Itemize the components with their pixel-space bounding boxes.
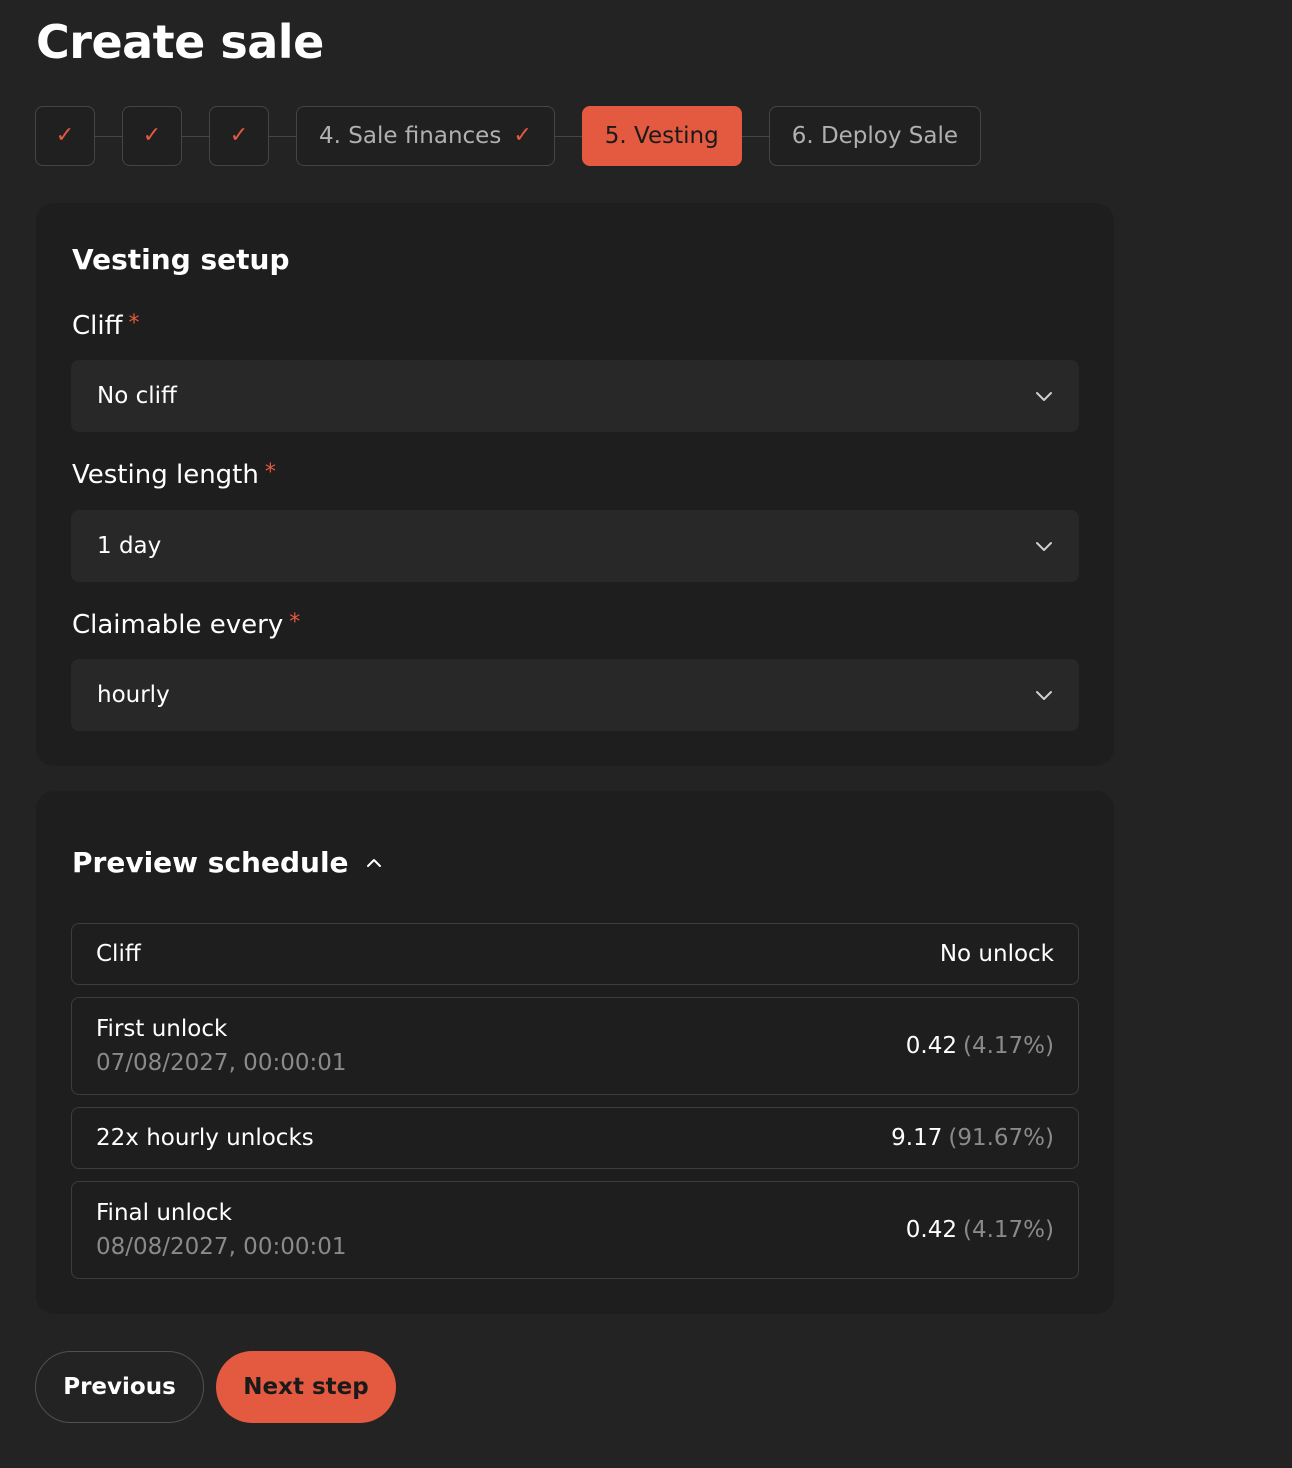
- field-label-text: Claimable every: [72, 610, 284, 640]
- previous-button[interactable]: Previous: [35, 1351, 204, 1423]
- required-mark: *: [264, 460, 276, 485]
- field-label-text: Cliff: [72, 311, 123, 341]
- schedule-percent: (4.17%): [962, 1217, 1054, 1243]
- vesting-length-label: Vesting length *: [72, 460, 276, 490]
- step-2[interactable]: ✓: [122, 106, 182, 166]
- stepper: ✓ ✓ ✓ 4. Sale finances ✓ 5. Vesting 6. D…: [35, 106, 982, 166]
- schedule-row-first-unlock: First unlock 07/08/2027, 00:00:01 0.42 (4…: [71, 997, 1079, 1095]
- step-3[interactable]: ✓: [209, 106, 269, 166]
- step-label: 4. Sale finances: [319, 123, 502, 149]
- step-deploy-sale[interactable]: 6. Deploy Sale: [768, 106, 982, 166]
- chevron-down-icon: [1036, 392, 1052, 401]
- schedule-amount: No unlock: [939, 941, 1054, 967]
- checkmark-icon: ✓: [55, 123, 75, 148]
- schedule-row-final-unlock: Final unlock 08/08/2027, 00:00:01 0.42 (4…: [71, 1181, 1079, 1279]
- schedule-row-cliff: Cliff No unlock: [71, 923, 1079, 985]
- section-title: Vesting setup: [72, 243, 290, 276]
- schedule-amount: 0.42: [905, 1033, 957, 1059]
- schedule-label: First unlock: [96, 1016, 228, 1042]
- vesting-length-select[interactable]: 1 day: [71, 510, 1079, 582]
- chevron-down-icon: [1036, 691, 1052, 700]
- page-title: Create sale: [36, 15, 324, 69]
- step-label: 5. Vesting: [604, 123, 719, 149]
- claimable-every-select[interactable]: hourly: [71, 659, 1079, 731]
- preview-schedule-card: Preview schedule Cliff No unlock First u…: [36, 791, 1114, 1314]
- schedule-date: 07/08/2027, 00:00:01: [96, 1050, 347, 1076]
- vesting-setup-card: Vesting setup Cliff * No cliff Vesting le…: [36, 203, 1114, 766]
- select-value: hourly: [97, 682, 170, 708]
- cliff-select[interactable]: No cliff: [71, 360, 1079, 432]
- required-mark: *: [128, 311, 140, 336]
- claimable-every-label: Claimable every *: [72, 610, 300, 640]
- checkmark-icon: ✓: [142, 123, 162, 148]
- schedule-label: Cliff: [96, 941, 141, 967]
- preview-toggle[interactable]: Preview schedule: [72, 846, 383, 879]
- step-connector: [95, 135, 122, 137]
- step-1[interactable]: ✓: [35, 106, 95, 166]
- schedule-percent: (91.67%): [948, 1125, 1054, 1151]
- chevron-down-icon: [1036, 542, 1052, 551]
- schedule-amount: 0.42: [905, 1217, 957, 1243]
- schedule-label: Final unlock: [96, 1200, 232, 1226]
- step-connector: [554, 135, 582, 137]
- select-value: 1 day: [97, 533, 162, 559]
- cliff-label: Cliff *: [72, 311, 140, 341]
- schedule-row-hourly-unlocks: 22x hourly unlocks 9.17 (91.67%): [71, 1107, 1079, 1169]
- schedule-date: 08/08/2027, 00:00:01: [96, 1234, 347, 1260]
- required-mark: *: [289, 610, 301, 635]
- select-value: No cliff: [97, 383, 177, 409]
- next-step-button[interactable]: Next step: [216, 1351, 396, 1423]
- schedule-label: 22x hourly unlocks: [96, 1125, 314, 1151]
- checkmark-icon: ✓: [513, 123, 532, 148]
- schedule-percent: (4.17%): [962, 1033, 1054, 1059]
- step-connector: [269, 135, 296, 137]
- step-connector: [182, 135, 209, 137]
- schedule-amount: 9.17: [891, 1125, 943, 1151]
- chevron-up-icon: [366, 858, 381, 867]
- step-connector: [741, 135, 769, 137]
- field-label-text: Vesting length: [72, 460, 259, 490]
- step-vesting[interactable]: 5. Vesting: [581, 106, 742, 166]
- step-label: 6. Deploy Sale: [791, 123, 959, 149]
- section-title: Preview schedule: [72, 846, 349, 879]
- checkmark-icon: ✓: [229, 123, 249, 148]
- step-sale-finances[interactable]: 4. Sale finances ✓: [296, 106, 555, 166]
